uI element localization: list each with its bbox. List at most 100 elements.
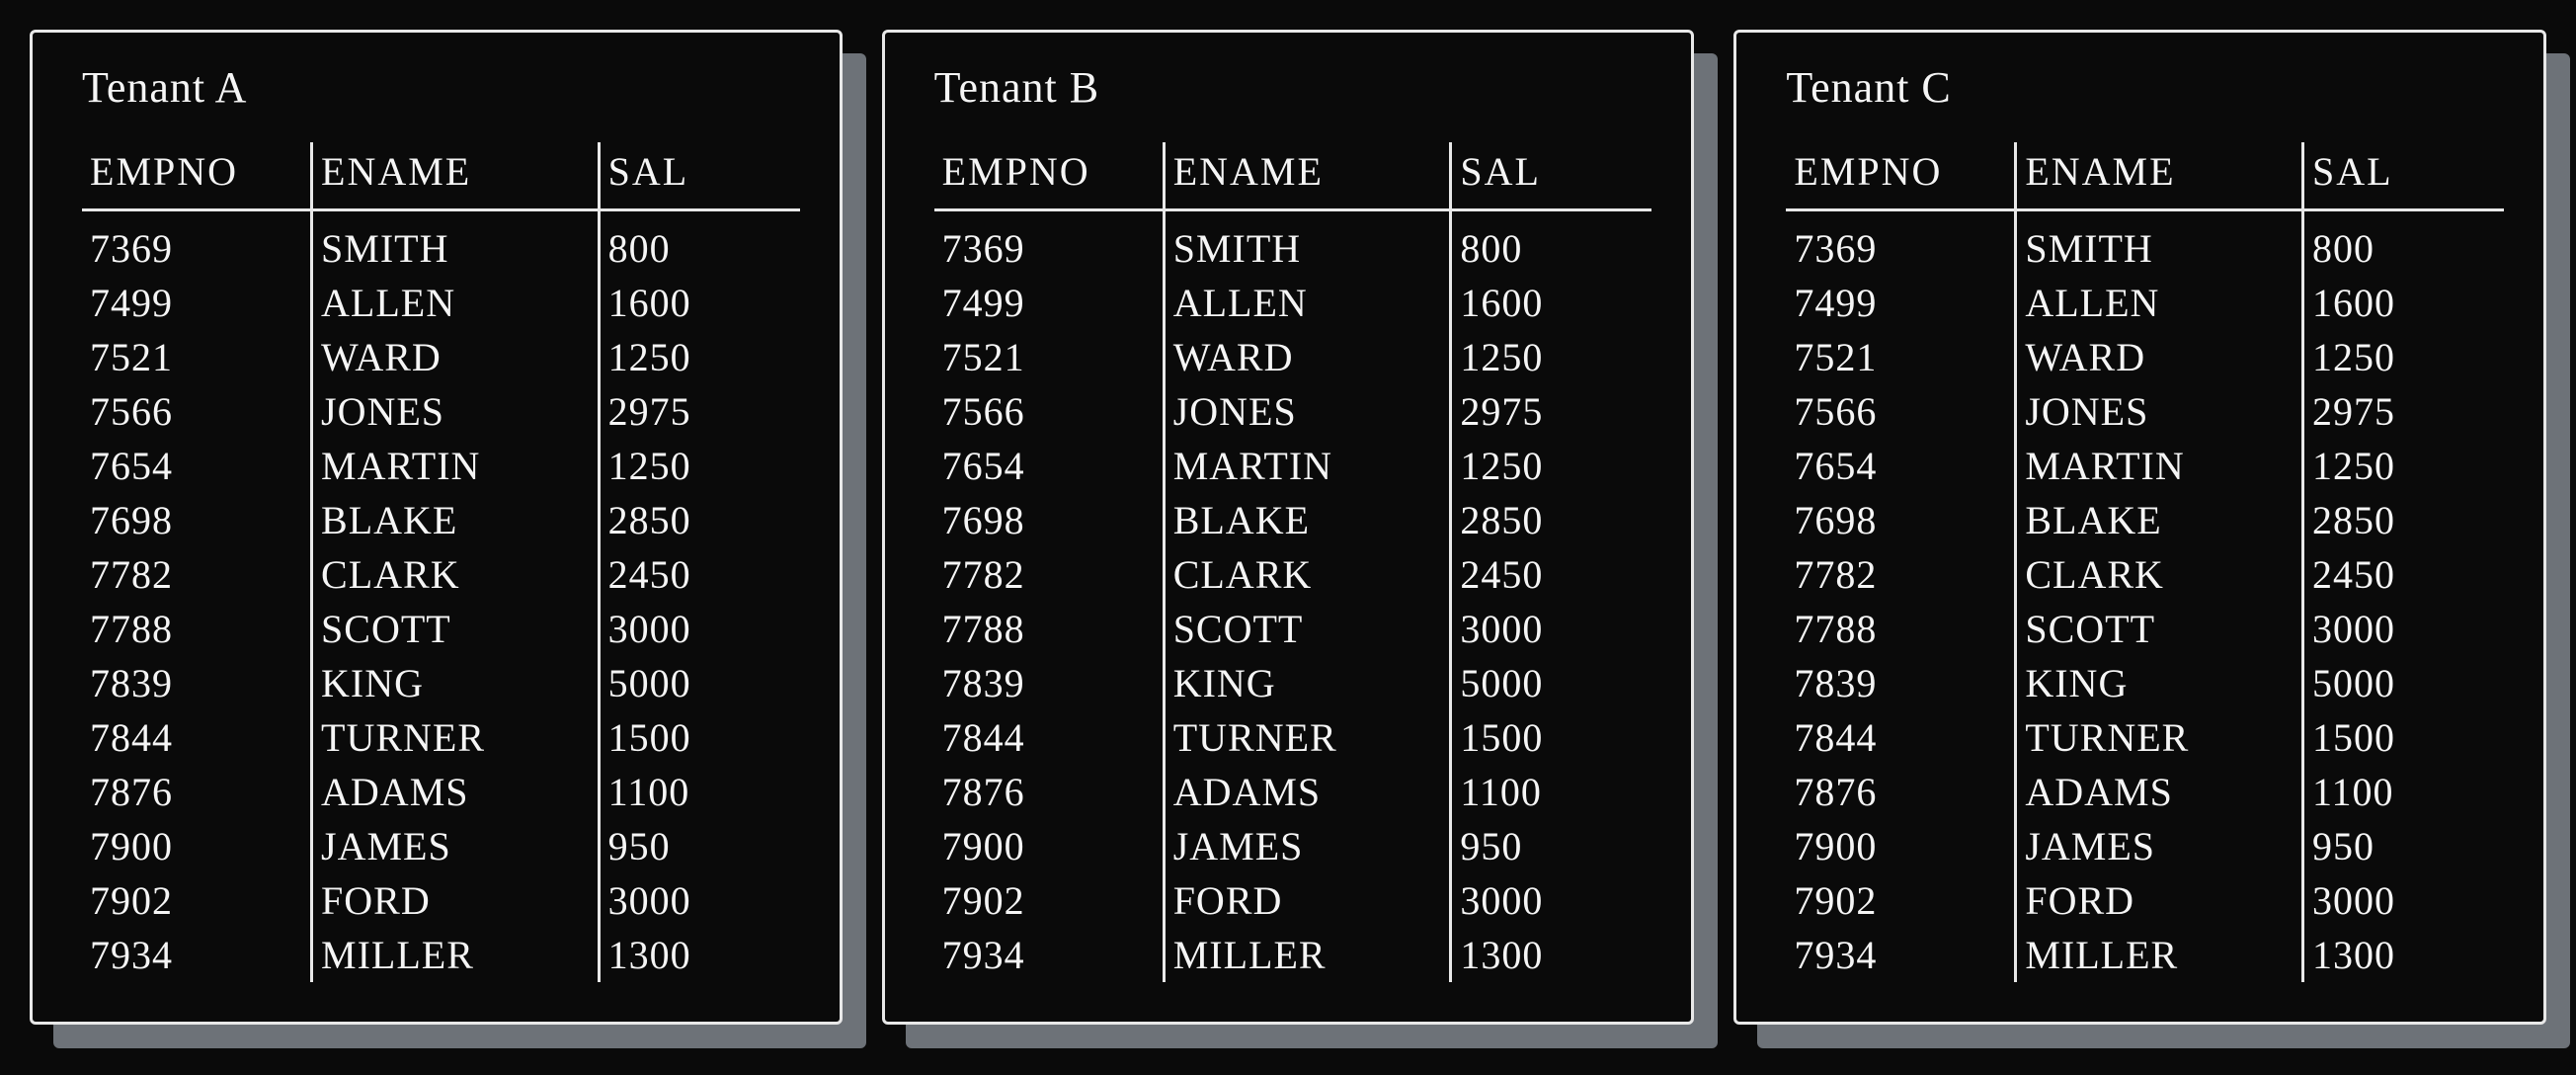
table-row: 7844TURNER1500 <box>82 710 800 765</box>
cell-ename: JAMES <box>2016 819 2303 873</box>
table-row: 7521WARD1250 <box>82 330 800 384</box>
cell-ename: SCOTT <box>1164 602 1451 656</box>
cell-ename: MILLER <box>1164 928 1451 982</box>
cell-ename: SCOTT <box>2016 602 2303 656</box>
cell-sal: 2850 <box>1451 493 1651 547</box>
col-empno: EMPNO <box>82 142 312 210</box>
table-row: 7876ADAMS1100 <box>82 765 800 819</box>
col-sal: SAL <box>2302 142 2503 210</box>
cell-sal: 1600 <box>2302 276 2503 330</box>
cell-empno: 7782 <box>82 547 312 602</box>
table-row: 7369SMITH800 <box>934 210 1652 277</box>
employee-table: EMPNO ENAME SAL 7369SMITH8007499ALLEN160… <box>82 142 800 982</box>
cell-ename: FORD <box>1164 873 1451 928</box>
table-row: 7902FORD3000 <box>934 873 1652 928</box>
tenant-card-b-wrap: Tenant B EMPNO ENAME SAL 7369SMITH800749… <box>882 30 1695 1025</box>
cell-sal: 1250 <box>1451 330 1651 384</box>
table-row: 7369SMITH800 <box>1786 210 2504 277</box>
cell-empno: 7900 <box>934 819 1165 873</box>
cell-empno: 7654 <box>1786 439 2016 493</box>
cell-ename: JAMES <box>1164 819 1451 873</box>
cell-sal: 2850 <box>599 493 799 547</box>
cell-ename: JAMES <box>312 819 600 873</box>
cell-sal: 1500 <box>599 710 799 765</box>
cell-empno: 7902 <box>1786 873 2016 928</box>
cell-empno: 7369 <box>82 210 312 277</box>
table-row: 7499ALLEN1600 <box>82 276 800 330</box>
cell-ename: ADAMS <box>1164 765 1451 819</box>
cell-ename: SMITH <box>2016 210 2303 277</box>
table-row: 7839KING5000 <box>82 656 800 710</box>
cell-empno: 7900 <box>1786 819 2016 873</box>
cell-empno: 7876 <box>1786 765 2016 819</box>
cell-ename: ADAMS <box>2016 765 2303 819</box>
table-row: 7876ADAMS1100 <box>1786 765 2504 819</box>
table-row: 7934MILLER1300 <box>82 928 800 982</box>
cell-empno: 7900 <box>82 819 312 873</box>
table-row: 7902FORD3000 <box>1786 873 2504 928</box>
cell-ename: SMITH <box>1164 210 1451 277</box>
cell-empno: 7902 <box>82 873 312 928</box>
table-row: 7844TURNER1500 <box>1786 710 2504 765</box>
cell-sal: 1100 <box>2302 765 2503 819</box>
cell-empno: 7839 <box>82 656 312 710</box>
cell-empno: 7844 <box>82 710 312 765</box>
table-row: 7499ALLEN1600 <box>1786 276 2504 330</box>
col-ename: ENAME <box>1164 142 1451 210</box>
cell-ename: CLARK <box>2016 547 2303 602</box>
cell-sal: 1250 <box>2302 330 2503 384</box>
cell-sal: 1250 <box>1451 439 1651 493</box>
cell-sal: 1500 <box>1451 710 1651 765</box>
cell-ename: CLARK <box>1164 547 1451 602</box>
cell-sal: 1300 <box>599 928 799 982</box>
cell-ename: TURNER <box>312 710 600 765</box>
col-sal: SAL <box>599 142 799 210</box>
cell-ename: WARD <box>312 330 600 384</box>
cell-sal: 5000 <box>1451 656 1651 710</box>
table-row: 7788SCOTT3000 <box>82 602 800 656</box>
table-row: 7876ADAMS1100 <box>934 765 1652 819</box>
cell-ename: JONES <box>1164 384 1451 439</box>
tenant-card-b: Tenant B EMPNO ENAME SAL 7369SMITH800749… <box>882 30 1695 1025</box>
cell-ename: MARTIN <box>2016 439 2303 493</box>
table-row: 7521WARD1250 <box>1786 330 2504 384</box>
cell-sal: 1250 <box>2302 439 2503 493</box>
cell-ename: KING <box>1164 656 1451 710</box>
table-row: 7654MARTIN1250 <box>934 439 1652 493</box>
cell-sal: 3000 <box>599 602 799 656</box>
cell-ename: ADAMS <box>312 765 600 819</box>
cell-sal: 800 <box>599 210 799 277</box>
cell-sal: 950 <box>2302 819 2503 873</box>
col-ename: ENAME <box>312 142 600 210</box>
table-body: 7369SMITH8007499ALLEN16007521WARD1250756… <box>934 210 1652 983</box>
tenant-title: Tenant B <box>934 62 1652 113</box>
table-body: 7369SMITH8007499ALLEN16007521WARD1250756… <box>82 210 800 983</box>
cell-sal: 1600 <box>1451 276 1651 330</box>
table-row: 7900JAMES950 <box>1786 819 2504 873</box>
cell-sal: 3000 <box>599 873 799 928</box>
cell-ename: FORD <box>312 873 600 928</box>
table-row: 7844TURNER1500 <box>934 710 1652 765</box>
table-row: 7654MARTIN1250 <box>82 439 800 493</box>
table-row: 7902FORD3000 <box>82 873 800 928</box>
cell-ename: FORD <box>2016 873 2303 928</box>
cell-sal: 2450 <box>1451 547 1651 602</box>
cell-sal: 800 <box>1451 210 1651 277</box>
cell-ename: KING <box>2016 656 2303 710</box>
table-row: 7654MARTIN1250 <box>1786 439 2504 493</box>
table-row: 7698BLAKE2850 <box>82 493 800 547</box>
cell-sal: 5000 <box>599 656 799 710</box>
table-row: 7782CLARK2450 <box>82 547 800 602</box>
cell-sal: 2850 <box>2302 493 2503 547</box>
table-row: 7782CLARK2450 <box>934 547 1652 602</box>
cell-ename: SCOTT <box>312 602 600 656</box>
cell-ename: ALLEN <box>2016 276 2303 330</box>
cell-empno: 7521 <box>82 330 312 384</box>
cell-sal: 5000 <box>2302 656 2503 710</box>
cell-empno: 7934 <box>1786 928 2016 982</box>
table-header-row: EMPNO ENAME SAL <box>1786 142 2504 210</box>
table-row: 7566JONES2975 <box>82 384 800 439</box>
cell-sal: 950 <box>1451 819 1651 873</box>
cell-empno: 7782 <box>934 547 1165 602</box>
cell-ename: TURNER <box>1164 710 1451 765</box>
